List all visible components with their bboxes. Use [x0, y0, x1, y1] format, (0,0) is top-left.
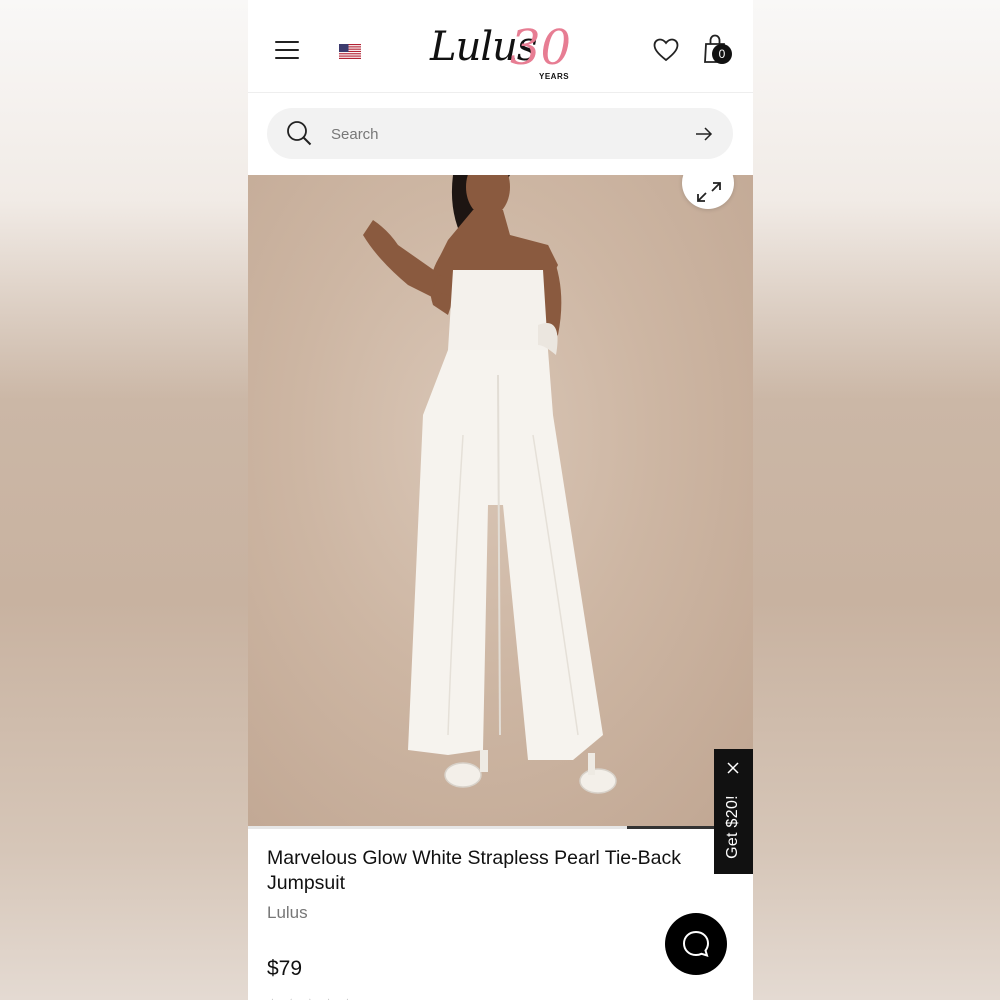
- chat-button[interactable]: [665, 913, 727, 975]
- site-header: Lulus 30 YEARS 0: [248, 0, 753, 93]
- expand-icon: [697, 182, 721, 202]
- product-brand[interactable]: Lulus: [267, 903, 308, 923]
- logo-years-label: YEARS: [539, 72, 570, 81]
- search-bar[interactable]: [267, 108, 733, 159]
- mobile-page: Lulus 30 YEARS 0 Search Get $20! Marvelo…: [248, 0, 753, 1000]
- background-blur-right: [753, 0, 1000, 1000]
- hamburger-menu-icon[interactable]: [275, 40, 299, 60]
- search-icon[interactable]: [286, 120, 312, 146]
- background-blur-left: [0, 0, 248, 1000]
- promo-label: Get $20!: [724, 795, 741, 859]
- chat-bubble-icon: [682, 930, 710, 958]
- product-image[interactable]: [248, 175, 753, 826]
- promo-get-20-tab[interactable]: Get $20!: [714, 749, 753, 874]
- product-photo-jumpsuit: [363, 175, 617, 794]
- product-title: Marvelous Glow White Strapless Pearl Tie…: [267, 847, 681, 894]
- rating-stars-partial: ★★★★★: [267, 996, 361, 1000]
- search-input[interactable]: [329, 120, 683, 148]
- arrow-right-icon[interactable]: [695, 126, 713, 142]
- close-icon[interactable]: [725, 760, 741, 776]
- heart-icon[interactable]: [653, 38, 679, 62]
- us-flag-icon[interactable]: [339, 44, 361, 59]
- product-price: $79: [267, 957, 303, 980]
- lulus-logo[interactable]: Lulus 30 YEARS: [428, 20, 578, 86]
- logo-anniversary-number: 30: [510, 20, 572, 76]
- cart-count-badge: 0: [712, 44, 732, 64]
